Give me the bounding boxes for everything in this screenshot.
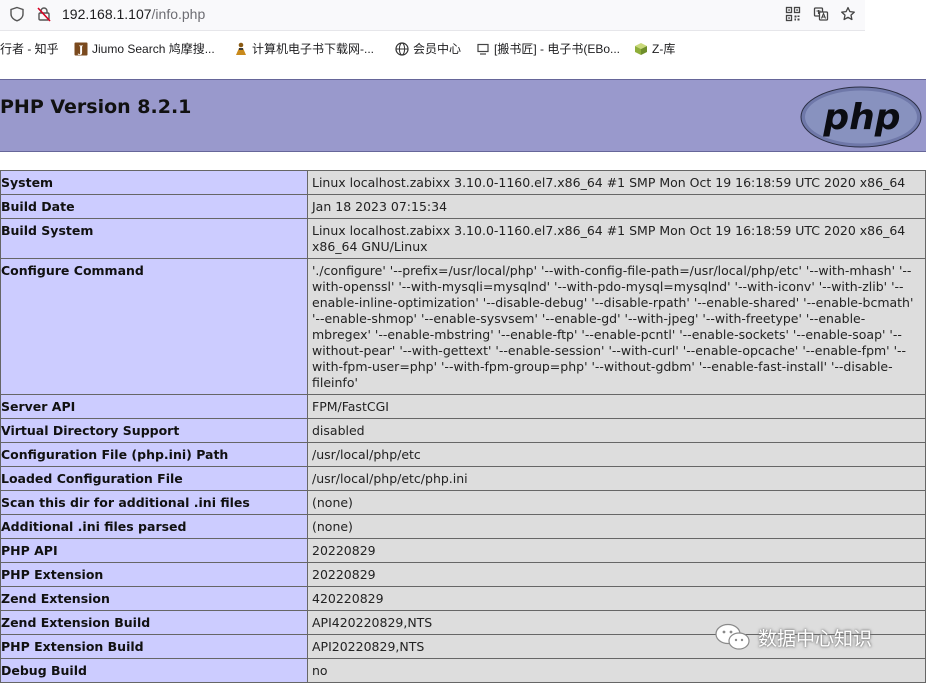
row-key: Loaded Configuration File [0, 466, 308, 491]
bookmark-label: 会员中心 [413, 42, 462, 56]
row-key: Build System [0, 218, 308, 259]
url-host: 192.168.1.107 [62, 6, 152, 22]
row-value: 20220829 [307, 562, 926, 587]
table-row: Debug Build no [0, 658, 926, 683]
url-text[interactable]: 192.168.1.107/info.php [62, 6, 205, 22]
table-row: Server API FPM/FastCGI [0, 394, 926, 419]
row-value: no [307, 658, 926, 683]
address-bar[interactable]: 192.168.1.107/info.php [0, 0, 865, 31]
svg-text:J: J [78, 45, 84, 56]
globe-icon [395, 41, 409, 56]
table-row: Build System Linux localhost.zabixx 3.10.… [0, 218, 926, 259]
row-value: Jan 18 2023 07:15:34 [307, 194, 926, 219]
row-value: disabled [307, 418, 926, 443]
cube-icon [635, 42, 647, 55]
table-row: Configure Command './configure' '--prefix… [0, 258, 926, 395]
j-icon: J [74, 42, 88, 56]
monitor-icon [477, 43, 489, 55]
table-row: PHP Extension 20220829 [0, 562, 926, 587]
php-logo-icon[interactable]: php [800, 86, 922, 148]
wechat-icon [715, 623, 750, 650]
row-value: (none) [307, 490, 926, 515]
star-icon[interactable] [840, 6, 856, 22]
row-key: Zend Extension [0, 586, 308, 611]
qr-code-icon[interactable] [785, 6, 801, 22]
row-key: System [0, 170, 308, 195]
php-header: PHP Version 8.2.1 php [0, 79, 926, 152]
row-key: Virtual Directory Support [0, 418, 308, 443]
row-key: Additional .ini files parsed [0, 514, 308, 539]
bookmark-item[interactable]: Z-库 [634, 40, 675, 57]
row-key: PHP Extension [0, 562, 308, 587]
row-value: 420220829 [307, 586, 926, 611]
table-row: Build Date Jan 18 2023 07:15:34 [0, 194, 926, 219]
row-key: Debug Build [0, 658, 308, 683]
row-value: './configure' '--prefix=/usr/local/php' … [307, 258, 926, 395]
row-value: /usr/local/php/etc [307, 442, 926, 467]
url-path: /info.php [151, 6, 206, 22]
row-value: 20220829 [307, 538, 926, 563]
table-row: PHP API 20220829 [0, 538, 926, 563]
watermark: 数据中心知识 [714, 622, 872, 652]
table-row: Additional .ini files parsed (none) [0, 514, 926, 539]
table-row: Configuration File (php.ini) Path/usr/lo… [0, 442, 926, 467]
row-key: Configure Command [0, 258, 308, 395]
row-key: Build Date [0, 194, 308, 219]
bookmark-item[interactable]: 计算机电子书下载网-... [234, 40, 374, 57]
row-value: FPM/FastCGI [307, 394, 926, 419]
php-logo-text: php [822, 97, 900, 138]
figure-icon [236, 42, 246, 55]
bookmark-item[interactable]: [搬书匠] - 电子书(EBo... [476, 40, 620, 57]
bookmark-label: 行者 - 知乎 [0, 42, 59, 56]
row-key: Configuration File (php.ini) Path [0, 442, 308, 467]
table-row: System Linux localhost.zabixx 3.10.0-1160… [0, 170, 926, 195]
row-value: (none) [307, 514, 926, 539]
bookmark-item[interactable]: 会员中心 [395, 40, 461, 57]
bookmark-item[interactable]: 行者 - 知乎 [0, 40, 59, 57]
bookmark-label: Jiumo Search 鸠摩搜... [92, 42, 215, 56]
table-row: Loaded Configuration File/usr/local/php/… [0, 466, 926, 491]
row-key: Server API [0, 394, 308, 419]
row-key: PHP API [0, 538, 308, 563]
bookmark-label: [搬书匠] - 电子书(EBo... [494, 42, 621, 56]
table-row: Virtual Directory Support disabled [0, 418, 926, 443]
page-title: PHP Version 8.2.1 [0, 96, 192, 118]
watermark-text: 数据中心知识 [758, 627, 873, 650]
row-key: PHP Extension Build [0, 634, 308, 659]
bookmark-label: Z-库 [652, 42, 676, 56]
bookmark-label: 计算机电子书下载网-... [252, 42, 374, 56]
table-row: Zend Extension 420220829 [0, 586, 926, 611]
row-key: Zend Extension Build [0, 610, 308, 635]
bookmarks-toolbar: 行者 - 知乎 J Jiumo Search 鸠摩搜... 计算机电子书下载网-… [0, 34, 926, 62]
row-value: /usr/local/php/etc/php.ini [307, 466, 926, 491]
info-table: System Linux localhost.zabixx 3.10.0-1160… [0, 170, 926, 683]
shield-icon[interactable] [9, 6, 25, 22]
row-value: Linux localhost.zabixx 3.10.0-1160.el7.x… [307, 218, 926, 259]
bookmark-item[interactable]: J Jiumo Search 鸠摩搜... [74, 40, 215, 57]
translate-icon[interactable] [813, 6, 829, 22]
row-value: Linux localhost.zabixx 3.10.0-1160.el7.x… [307, 170, 926, 195]
insecure-lock-icon[interactable] [36, 6, 52, 22]
row-key: Scan this dir for additional .ini files [0, 490, 308, 515]
table-row: Scan this dir for additional .ini files(… [0, 490, 926, 515]
